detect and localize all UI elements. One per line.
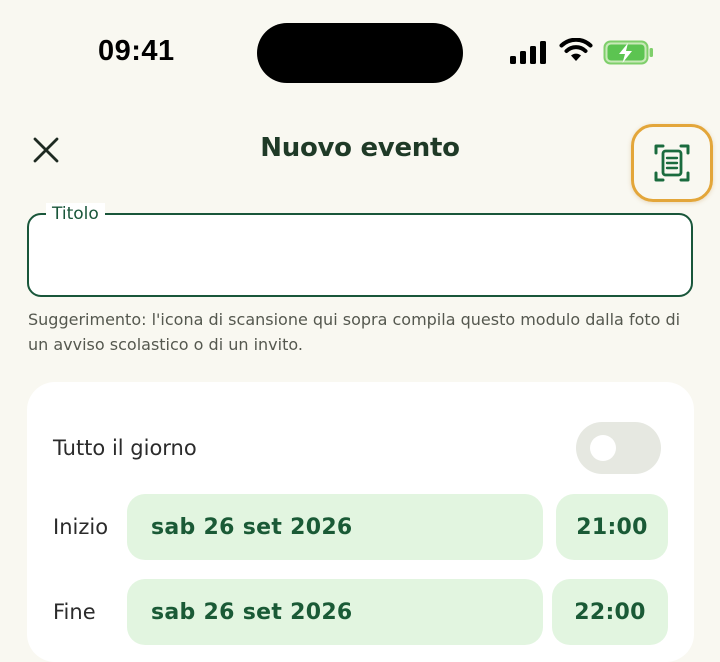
status-bar: 09:41 — [0, 0, 720, 105]
scan-document-button[interactable] — [631, 124, 713, 202]
end-time-picker[interactable]: 22:00 — [552, 579, 668, 645]
wifi-icon — [559, 38, 593, 61]
start-time-value: 21:00 — [576, 514, 648, 540]
title-input-label: Titolo — [46, 203, 105, 225]
document-scan-icon — [654, 144, 690, 182]
top-app-bar: Nuovo evento — [0, 115, 720, 202]
scan-hint-text: Suggerimento: l'icona di scansione qui s… — [28, 310, 681, 354]
end-label: Fine — [53, 600, 96, 624]
all-day-toggle[interactable] — [576, 422, 661, 474]
start-time-picker[interactable]: 21:00 — [556, 494, 668, 560]
all-day-label: Tutto il giorno — [53, 436, 197, 460]
battery-charging-icon — [603, 40, 653, 65]
page-title: Nuovo evento — [260, 133, 460, 163]
cellular-signal-icon — [510, 41, 546, 64]
start-date-value: sab 26 set 2026 — [151, 514, 353, 540]
status-time: 09:41 — [98, 35, 175, 67]
toggle-knob — [590, 435, 616, 461]
title-input[interactable] — [27, 213, 693, 297]
start-date-picker[interactable]: sab 26 set 2026 — [127, 494, 543, 560]
end-date-picker[interactable]: sab 26 set 2026 — [127, 579, 543, 645]
end-date-value: sab 26 set 2026 — [151, 599, 353, 625]
start-label: Inizio — [53, 515, 109, 539]
end-time-value: 22:00 — [574, 599, 646, 625]
dynamic-island — [257, 23, 463, 83]
